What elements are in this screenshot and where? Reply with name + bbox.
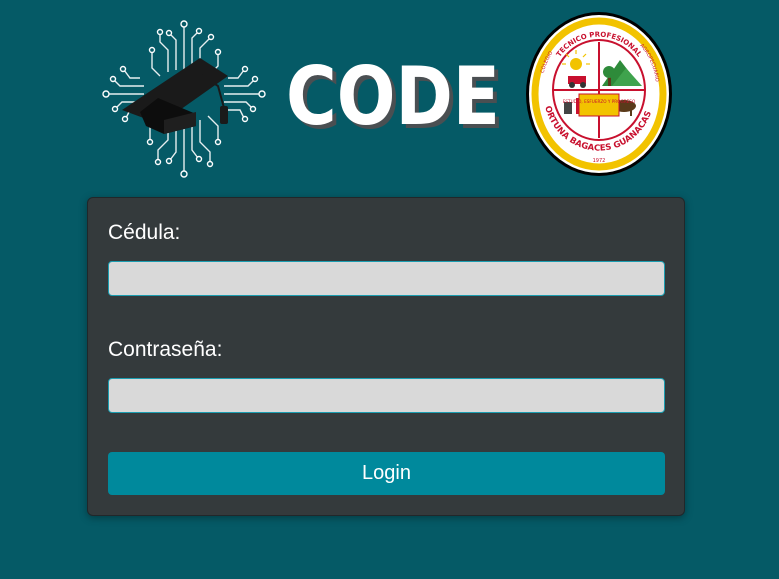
cedula-label: Cédula: xyxy=(108,221,181,244)
login-card: Cédula: Contraseña: Login xyxy=(87,197,685,516)
seal-center-text: ESTUDIO, ESFUERZO Y PROGRESO xyxy=(563,99,636,104)
password-label: Contraseña: xyxy=(108,338,223,361)
login-page: CODE CODE TECNICO PROFESIONAL COLEGIO AG… xyxy=(0,0,779,579)
code-wordmark-text: CODE xyxy=(286,50,500,140)
seal-year: 1972 xyxy=(593,158,606,164)
graduation-cap-circuit-icon xyxy=(102,20,266,178)
login-button[interactable]: Login xyxy=(108,452,665,495)
cedula-input[interactable] xyxy=(108,261,665,296)
password-input[interactable] xyxy=(108,378,665,413)
school-seal-icon: TECNICO PROFESIONAL COLEGIO AGROPECUARIO xyxy=(524,10,672,176)
header: CODE CODE TECNICO PROFESIONAL COLEGIO AG… xyxy=(0,0,779,190)
code-wordmark: CODE CODE xyxy=(286,50,504,140)
